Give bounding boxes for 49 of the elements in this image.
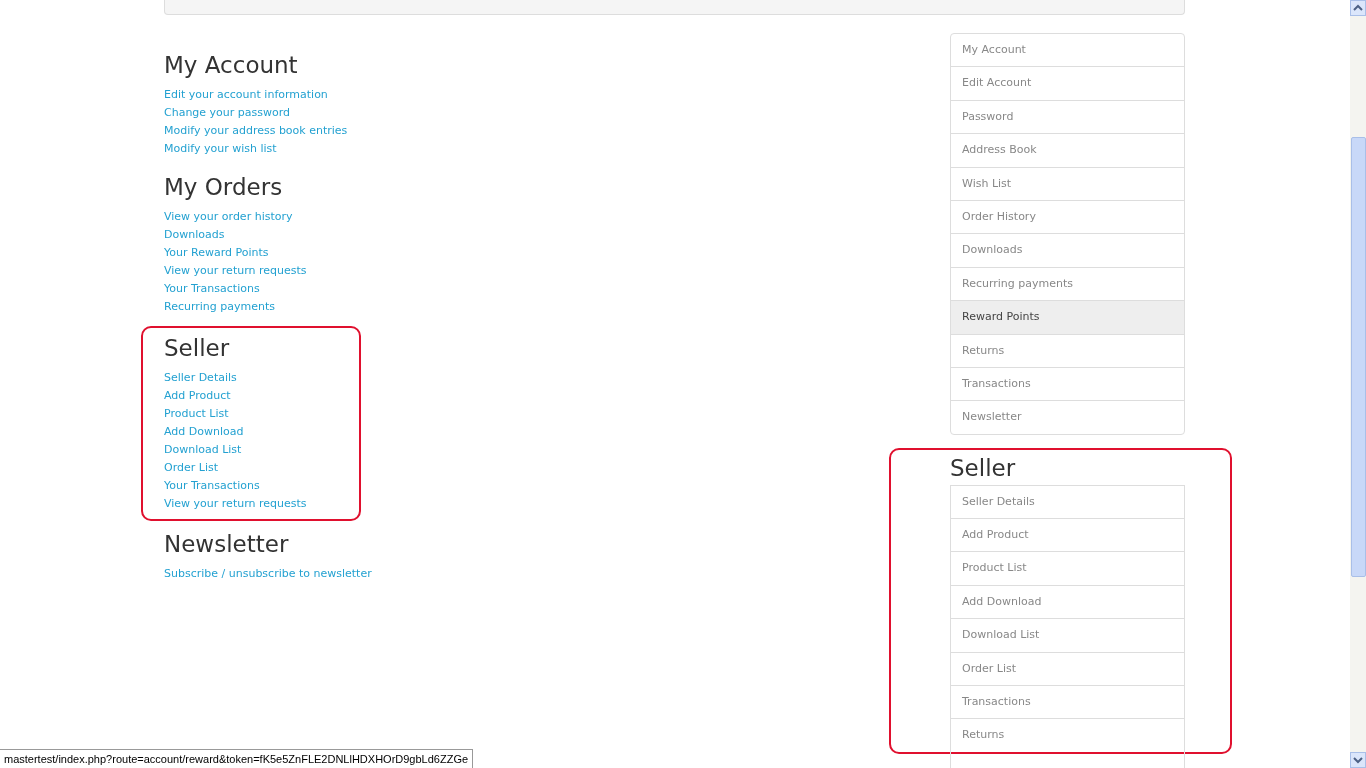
account-link[interactable]: Downloads — [164, 228, 225, 241]
status-url: mastertest/index.php?route=account/reward&token=fK5e5ZnFLE2DNLlHDXHOrD9gbLd6ZZGe — [0, 749, 474, 768]
scroll-thumb[interactable] — [1351, 137, 1366, 577]
account-link[interactable]: Edit your account information — [164, 88, 328, 101]
sidebar-item[interactable]: Seller Details — [951, 485, 1184, 520]
section-heading: My Account — [164, 51, 299, 80]
section-heading: Seller — [164, 334, 231, 363]
sidebar-item[interactable]: Edit Account — [951, 67, 1184, 101]
sidebar-item[interactable]: Product List — [951, 552, 1184, 586]
account-link[interactable]: Your Reward Points — [164, 246, 269, 259]
account-link[interactable]: Recurring payments — [164, 300, 276, 313]
sidebar-item[interactable]: Returns — [951, 334, 1184, 368]
account-link[interactable]: Modify your address book entries — [164, 124, 348, 137]
sidebar-item[interactable]: Order History — [951, 200, 1184, 235]
scrollbar[interactable] — [1350, 0, 1366, 768]
sidebar-item[interactable]: Downloads — [951, 234, 1184, 268]
sidebar-item[interactable]: Transactions — [951, 367, 1184, 402]
sidebar-heading: Seller — [950, 453, 1017, 483]
sidebar-item[interactable]: Address Book — [951, 134, 1184, 168]
sidebar-item[interactable]: Newsletter — [951, 401, 1184, 434]
sidebar-item[interactable]: Reward Points — [951, 301, 1184, 335]
section-heading: Newsletter — [164, 530, 290, 559]
scroll-down-icon[interactable] — [1350, 752, 1366, 768]
scroll-up-icon[interactable] — [1350, 0, 1366, 16]
sidebar-item[interactable]: Order List — [951, 652, 1184, 687]
account-link[interactable]: Change your password — [164, 106, 291, 119]
sidebar-item[interactable]: Transactions — [951, 686, 1184, 720]
account-link[interactable]: Modify your wish list — [164, 142, 277, 155]
account-link[interactable]: Subscribe / unsubscribe to newsletter — [164, 567, 372, 580]
section-heading: My Orders — [164, 173, 284, 202]
sidebar-item[interactable]: Wish List — [951, 167, 1184, 201]
sidebar-item[interactable]: Add Download — [951, 585, 1184, 620]
account-link[interactable]: Add Product — [164, 389, 231, 402]
account-link[interactable]: View your return requests — [164, 497, 307, 510]
account-link[interactable]: View your order history — [164, 210, 293, 223]
sidebar-item[interactable]: My Account — [951, 34, 1184, 68]
account-link[interactable]: Product List — [164, 407, 229, 420]
account-link[interactable]: Download List — [164, 443, 242, 456]
sidebar-item[interactable]: Password — [951, 100, 1184, 135]
account-link[interactable]: Order List — [164, 461, 218, 474]
sidebar-item[interactable]: Add Product — [951, 519, 1184, 553]
account-link[interactable]: Seller Details — [164, 371, 237, 384]
account-link[interactable]: Add Download — [164, 425, 244, 438]
sidebar-item[interactable] — [950, 751, 1185, 768]
account-link[interactable]: View your return requests — [164, 264, 307, 277]
account-link[interactable]: Your Transactions — [164, 282, 260, 295]
account-link[interactable]: Your Transactions — [164, 479, 260, 492]
sidebar-item[interactable]: Returns — [951, 719, 1184, 752]
sidebar-item[interactable]: Download List — [951, 619, 1184, 653]
